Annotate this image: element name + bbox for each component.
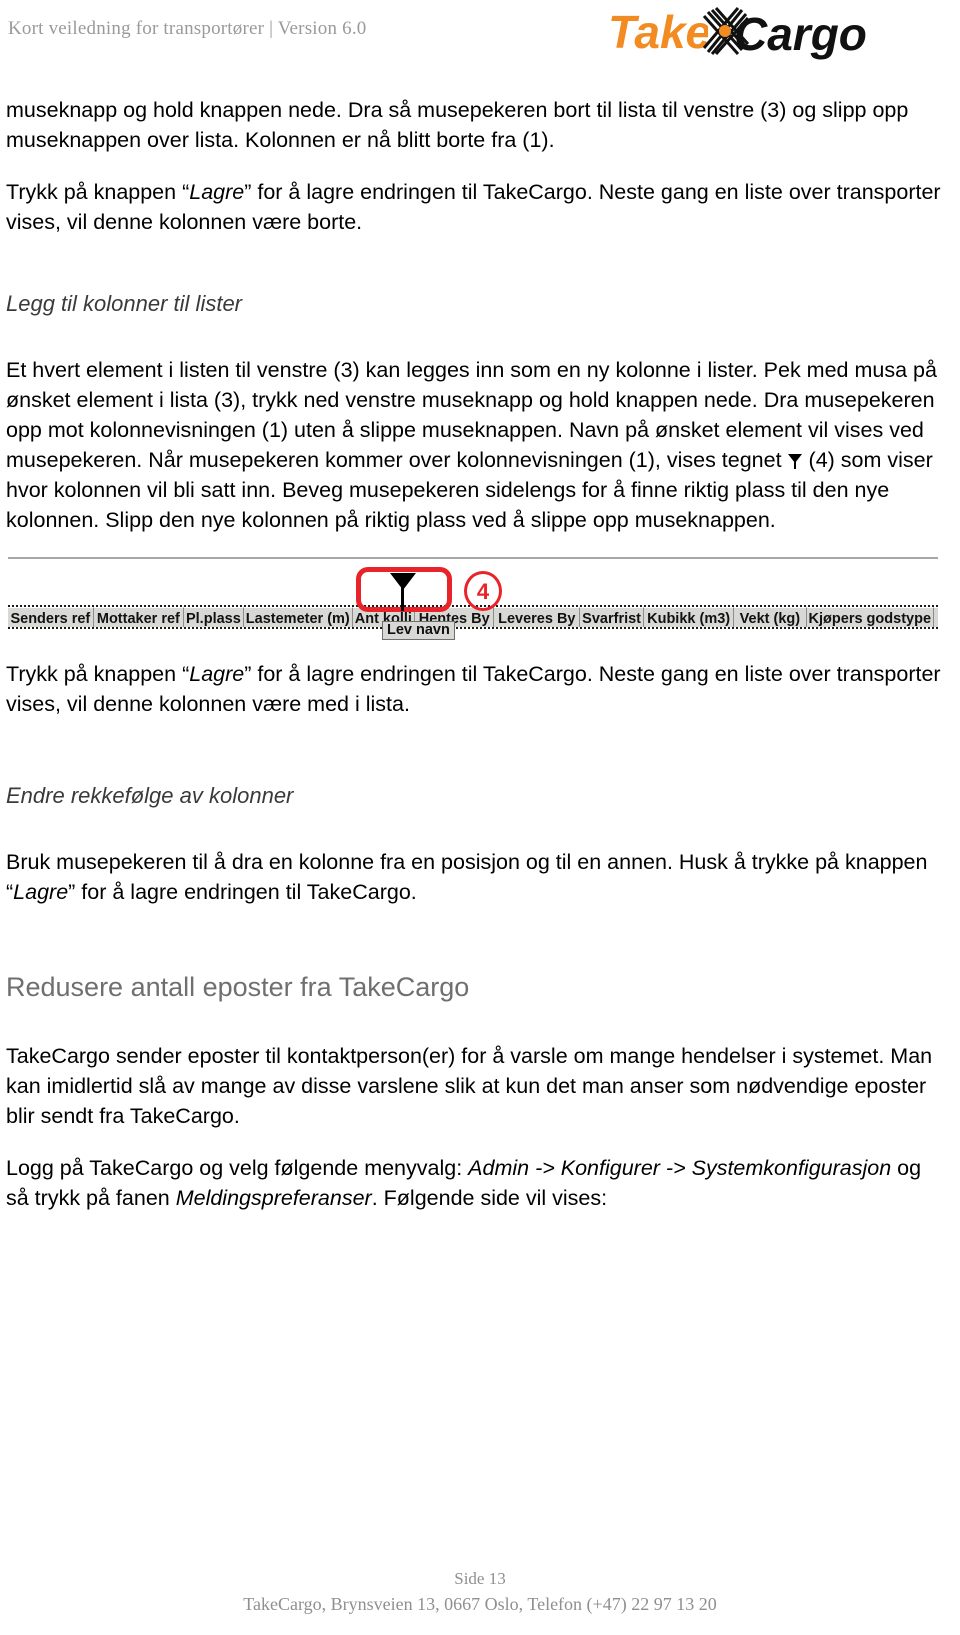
header-title: Kort veiledning for transportører | Vers… bbox=[8, 18, 367, 39]
paragraph-save-remove: Trykk på knappen “Lagre” for å lagre end… bbox=[6, 177, 942, 237]
para7-emphasis-menu-path: Admin -> Konfigurer -> Systemkonfigurasj… bbox=[468, 1156, 892, 1180]
column-header-kjopers-godstype[interactable]: Kjøpers godstype bbox=[806, 607, 935, 627]
column-header-lastemeter[interactable]: Lastemeter (m) bbox=[243, 607, 353, 627]
paragraph-save-add: Trykk på knappen “Lagre” for å lagre end… bbox=[6, 659, 942, 719]
figure-column-header-strip: Senders ref Mottaker ref Pl.plass Lastem… bbox=[8, 557, 950, 640]
insertion-marker-icon bbox=[787, 453, 803, 469]
svg-text:Cargo: Cargo bbox=[734, 8, 867, 60]
heading-reorder-columns: Endre rekkefølge av kolonner bbox=[6, 783, 294, 808]
figure-top-rule bbox=[8, 557, 938, 559]
paragraph-menu-path: Logg på TakeCargo og velg følgende menyv… bbox=[6, 1153, 942, 1213]
para2-emphasis-lagre: Lagre bbox=[189, 180, 245, 204]
heading-reduce-emails: Redusere antall eposter fra TakeCargo bbox=[6, 972, 470, 1002]
footer-address: TakeCargo, Brynsveien 13, 0667 Oslo, Tel… bbox=[243, 1594, 717, 1614]
document-content: museknapp og hold knappen nede. Dra så m… bbox=[0, 95, 960, 1213]
column-header-leveres-by[interactable]: Leveres By bbox=[494, 607, 581, 627]
paragraph-add-column-instructions: Et hvert element i listen til venstre (3… bbox=[6, 355, 942, 535]
drag-tooltip-lev-navn: Lev navn bbox=[382, 621, 455, 640]
page-header: Kort veiledning for transportører | Vers… bbox=[0, 0, 960, 80]
svg-text:Take: Take bbox=[608, 6, 711, 58]
paragraph-email-overview: TakeCargo sender eposter til kontaktpers… bbox=[6, 1044, 933, 1128]
column-header-mottaker-ref[interactable]: Mottaker ref bbox=[93, 607, 184, 627]
para5-emphasis-lagre: Lagre bbox=[13, 880, 69, 904]
insertion-point-marker-icon bbox=[388, 573, 418, 611]
page-footer: Side 13 TakeCargo, Brynsveien 13, 0667 O… bbox=[0, 1567, 960, 1617]
footer-page-number: Side 13 bbox=[454, 1569, 506, 1588]
column-header-vekt[interactable]: Vekt (kg) bbox=[734, 607, 807, 627]
para7-emphasis-tab-name: Meldingspreferanser bbox=[175, 1186, 372, 1210]
column-header-senders-ref[interactable]: Senders ref bbox=[8, 607, 94, 627]
takecargo-logo: Take Cargo bbox=[608, 4, 898, 66]
heading-add-columns: Legg til kolonner til lister bbox=[6, 291, 243, 316]
para5-part-b: ” for å lagre endringen til TakeCargo. bbox=[68, 880, 417, 904]
column-header-pl-plass[interactable]: Pl.plass bbox=[183, 607, 244, 627]
paragraph-remove-column: museknapp og hold knappen nede. Dra så m… bbox=[6, 98, 909, 152]
para7-part-c: . Følgende side vil vises: bbox=[371, 1186, 608, 1210]
para4-part-a: Trykk på knappen “ bbox=[6, 662, 190, 686]
callout-badge-4: 4 bbox=[464, 571, 502, 611]
para4-emphasis-lagre: Lagre bbox=[189, 662, 245, 686]
column-header-svarfrist[interactable]: Svarfrist bbox=[580, 607, 645, 627]
para7-part-a: Logg på TakeCargo og velg følgende menyv… bbox=[6, 1156, 469, 1180]
column-header-filler bbox=[934, 607, 939, 627]
column-header-kubikk[interactable]: Kubikk (m3) bbox=[644, 607, 735, 627]
paragraph-reorder-instructions: Bruk musepekeren til å dra en kolonne fr… bbox=[6, 847, 942, 907]
para2-part-a: Trykk på knappen “ bbox=[6, 180, 190, 204]
